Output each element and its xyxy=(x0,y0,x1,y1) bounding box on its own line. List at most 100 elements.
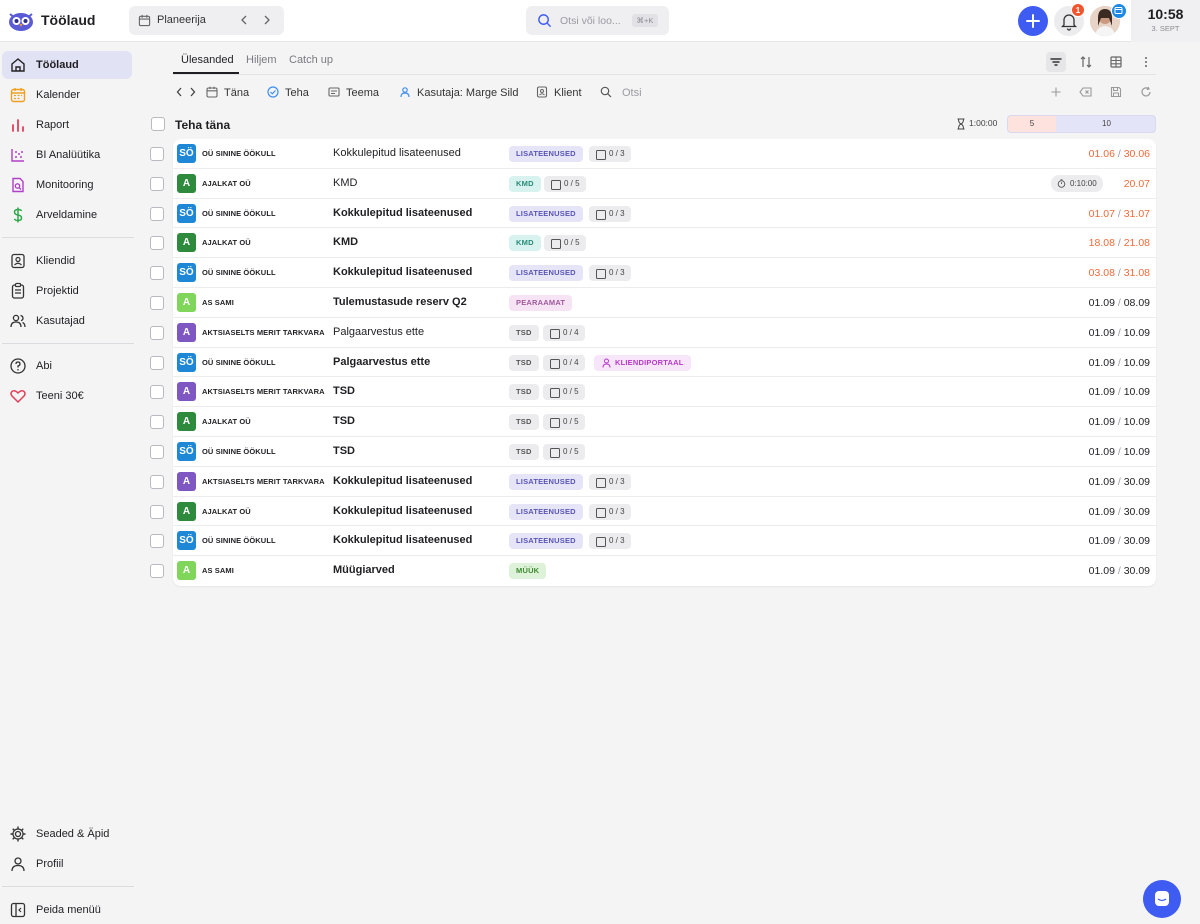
sidebar-item-kalender[interactable]: Kalender xyxy=(2,81,132,109)
row-checkbox[interactable] xyxy=(150,385,164,400)
task-timer[interactable]: 0:10:00 xyxy=(1051,174,1103,192)
add-task-icon[interactable] xyxy=(1050,86,1062,98)
row-checkbox[interactable] xyxy=(150,415,164,430)
checklist-counter[interactable]: 0 / 4 xyxy=(543,354,585,371)
add-button[interactable] xyxy=(1018,6,1048,36)
task-dates[interactable]: 01.09 / 30.09 xyxy=(1089,535,1150,547)
owl-logo-icon[interactable] xyxy=(7,9,35,33)
tab-catch-up[interactable]: Catch up xyxy=(289,54,333,66)
task-tag[interactable]: TSD xyxy=(509,414,539,431)
task-dates[interactable]: 18.08 / 21.08 xyxy=(1089,237,1150,249)
task-title[interactable]: Kokkulepitud lisateenused xyxy=(333,534,472,546)
row-checkbox[interactable] xyxy=(150,236,164,251)
client-name[interactable]: AS SAMI xyxy=(202,566,327,575)
task-title[interactable]: Kokkulepitud lisateenused xyxy=(333,147,461,159)
task-dates[interactable]: 01.09 / 10.09 xyxy=(1089,327,1150,339)
client-name[interactable]: OÜ SININE ÖÖKULL xyxy=(202,209,327,218)
table-row[interactable]: SÖ OÜ SININE ÖÖKULL Kokkulepitud lisateenu… xyxy=(150,199,1156,229)
row-checkbox[interactable] xyxy=(150,445,164,459)
table-row[interactable]: SÖ OÜ SININE ÖÖKULL Kokkulepitud lisateenu… xyxy=(150,139,1156,169)
more-options-button[interactable] xyxy=(1136,52,1156,72)
chevron-left-icon[interactable] xyxy=(239,14,249,26)
task-dates[interactable]: 01.09 / 30.09 xyxy=(1089,476,1150,488)
row-checkbox[interactable] xyxy=(150,564,164,579)
row-checkbox[interactable] xyxy=(150,325,164,340)
client-portal-tag[interactable]: KLIENDIPORTAAL xyxy=(594,354,691,371)
task-dates[interactable]: 01.07 / 31.07 xyxy=(1089,208,1150,220)
table-row[interactable]: A AS SAMI Müügiarved MÜÜK 01.09 / 30.09 xyxy=(150,556,1156,586)
checklist-counter[interactable]: 0 / 5 xyxy=(543,414,585,431)
checklist-counter[interactable]: 0 / 3 xyxy=(589,503,631,520)
task-tag[interactable]: LISATEENUSED xyxy=(509,533,583,550)
client-name[interactable]: OÜ SININE ÖÖKULL xyxy=(202,536,327,545)
task-tag[interactable]: MÜÜK xyxy=(509,563,547,580)
sidebar-item-peida-menuu[interactable]: Peida menüü xyxy=(2,896,132,924)
task-dates[interactable]: 01.09 / 10.09 xyxy=(1089,416,1150,428)
checklist-counter[interactable]: 0 / 5 xyxy=(543,444,585,460)
task-dates[interactable]: 01.09 / 10.09 xyxy=(1089,446,1150,458)
tab-ulesanded[interactable]: Ülesanded xyxy=(181,54,234,66)
global-search-input[interactable]: Otsi või loo... ⌘+K xyxy=(526,6,669,35)
refresh-icon[interactable] xyxy=(1140,86,1152,98)
task-tag[interactable]: LISATEENUSED xyxy=(509,146,583,162)
task-tag[interactable]: KMD xyxy=(509,235,541,252)
client-name[interactable]: AJALKAT OÜ xyxy=(202,179,327,188)
table-row[interactable]: A AKTSIASELTS MERIT TARKVARA TSD TSD 0 / 5 01… xyxy=(150,377,1156,408)
checklist-counter[interactable]: 0 / 4 xyxy=(543,324,585,341)
sort-button[interactable] xyxy=(1076,52,1096,72)
client-name[interactable]: AJALKAT OÜ xyxy=(202,507,327,516)
table-row[interactable]: A AJALKAT OÜ Kokkulepitud lisateenused LISA… xyxy=(150,497,1156,527)
table-row[interactable]: A AJALKAT OÜ KMD KMD 0 / 5 0:10:00 20.07 xyxy=(150,169,1156,199)
checklist-counter[interactable]: 0 / 5 xyxy=(544,175,586,192)
table-row[interactable]: A AJALKAT OÜ KMD KMD 0 / 5 18.08 / 21.08 xyxy=(150,228,1156,259)
row-checkbox[interactable] xyxy=(150,474,164,489)
task-title[interactable]: KMD xyxy=(333,236,358,248)
client-name[interactable]: OÜ SININE ÖÖKULL xyxy=(202,149,327,158)
checklist-counter[interactable]: 0 / 3 xyxy=(589,265,631,282)
sidebar-item-profiil[interactable]: Profiil xyxy=(2,850,132,878)
row-checkbox[interactable] xyxy=(150,504,164,519)
client-name[interactable]: AKTSIASELTS MERIT TARKVARA xyxy=(202,328,327,337)
sidebar-item-teeni[interactable]: Teeni 30€ xyxy=(2,382,132,410)
checklist-counter[interactable]: 0 / 5 xyxy=(544,235,586,252)
task-title[interactable]: KMD xyxy=(333,177,357,189)
task-title[interactable]: Kokkulepitud lisateenused xyxy=(333,207,472,219)
client-name[interactable]: AJALKAT OÜ xyxy=(202,238,327,247)
task-dates[interactable]: 01.06 / 30.06 xyxy=(1089,148,1150,160)
save-icon[interactable] xyxy=(1110,86,1122,98)
select-all-checkbox[interactable] xyxy=(151,117,165,131)
clear-filter-icon[interactable] xyxy=(1079,86,1093,98)
sidebar-item-abi[interactable]: Abi xyxy=(2,352,132,380)
client-name[interactable]: OÜ SININE ÖÖKULL xyxy=(202,358,327,367)
chat-button[interactable] xyxy=(1143,880,1181,918)
chevron-right-icon[interactable] xyxy=(188,86,197,98)
checklist-counter[interactable]: 0 / 5 xyxy=(543,384,585,401)
task-title[interactable]: Kokkulepitud lisateenused xyxy=(333,475,472,487)
table-row[interactable]: SÖ OÜ SININE ÖÖKULL Palgaarvestus ette TSD 0… xyxy=(150,348,1156,378)
sidebar-item-projektid[interactable]: Projektid xyxy=(2,277,132,305)
task-title[interactable]: Tulemustasude reserv Q2 xyxy=(333,296,467,308)
client-name[interactable]: AKTSIASELTS MERIT TARKVARA xyxy=(202,477,327,486)
table-row[interactable]: SÖ OÜ SININE ÖÖKULL TSD TSD 0 / 5 01.09 / 10.… xyxy=(150,437,1156,467)
task-tag[interactable]: TSD xyxy=(509,444,539,460)
checklist-counter[interactable]: 0 / 3 xyxy=(589,146,631,162)
row-checkbox[interactable] xyxy=(150,266,164,281)
sidebar-item-monitooring[interactable]: Monitooring xyxy=(2,171,132,199)
client-name[interactable]: AS SAMI xyxy=(202,298,327,307)
task-tag[interactable]: TSD xyxy=(509,354,539,371)
client-name[interactable]: AJALKAT OÜ xyxy=(202,417,327,426)
checklist-counter[interactable]: 0 / 3 xyxy=(589,473,631,490)
table-row[interactable]: SÖ OÜ SININE ÖÖKULL Kokkulepitud lisateenu… xyxy=(150,258,1156,288)
sidebar-item-arveldamine[interactable]: Arveldamine xyxy=(2,201,132,229)
sidebar-item-kasutajad[interactable]: Kasutajad xyxy=(2,307,132,335)
task-tag[interactable]: LISATEENUSED xyxy=(509,473,583,490)
task-title[interactable]: TSD xyxy=(333,385,355,397)
task-dates[interactable]: 20.07 xyxy=(1124,178,1150,190)
task-dates[interactable]: 01.09 / 10.09 xyxy=(1089,357,1150,369)
table-row[interactable]: SÖ OÜ SININE ÖÖKULL Kokkulepitud lisateenu… xyxy=(150,526,1156,557)
checklist-counter[interactable]: 0 / 3 xyxy=(589,205,631,222)
task-title[interactable]: Kokkulepitud lisateenused xyxy=(333,266,472,278)
sidebar-item-kliendid[interactable]: Kliendid xyxy=(2,247,132,275)
row-checkbox[interactable] xyxy=(150,176,164,191)
task-title[interactable]: TSD xyxy=(333,445,355,457)
